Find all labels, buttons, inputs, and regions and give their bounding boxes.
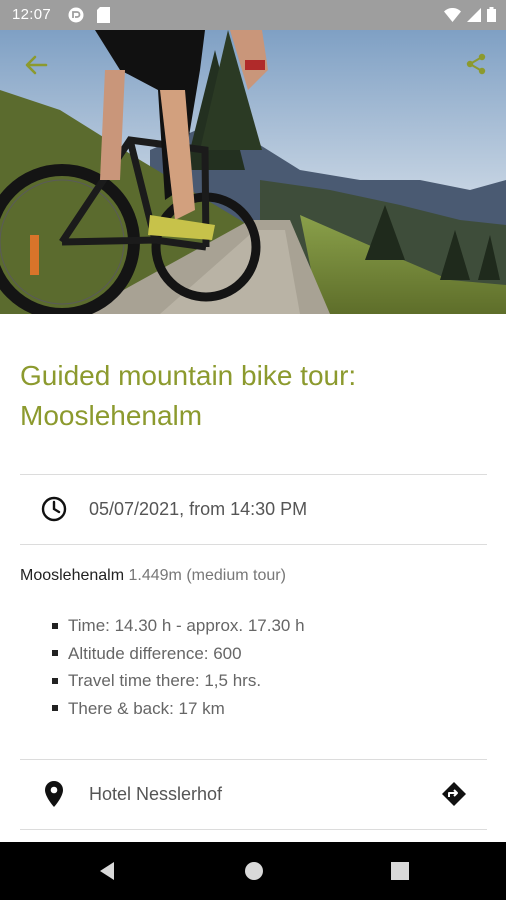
arrow-left-icon — [25, 55, 48, 75]
bullet-icon — [52, 677, 58, 684]
divider — [20, 544, 487, 545]
bullet-icon — [52, 622, 58, 629]
share-icon — [466, 53, 486, 75]
directions-button[interactable] — [439, 779, 469, 809]
date-row: 05/07/2021, from 14:30 PM — [20, 476, 487, 542]
status-bar: 12:07 — [0, 0, 506, 30]
sd-card-icon — [97, 7, 110, 28]
tour-name: Mooslehenalm — [20, 567, 125, 584]
hero-image — [0, 30, 506, 314]
location-name: Hotel Nesslerhof — [89, 783, 223, 804]
tour-details-list: Time: 14.30 h - approx. 17.30 h Altitude… — [52, 612, 305, 722]
back-button[interactable] — [18, 50, 54, 80]
share-button[interactable] — [460, 48, 492, 80]
tour-summary: Mooslehenalm 1.449m (medium tour) — [20, 567, 286, 585]
location-row[interactable]: Hotel Nesslerhof — [20, 761, 487, 827]
wifi-icon — [444, 7, 461, 27]
navigation-bar — [0, 842, 506, 900]
clock-icon — [40, 495, 68, 523]
location-pin-icon — [40, 780, 68, 808]
page-title: Guided mountain bike tour: Mooslehenalm — [20, 360, 357, 431]
event-datetime: 05/07/2021, from 14:30 PM — [89, 498, 308, 519]
back-triangle-icon[interactable] — [96, 860, 118, 882]
list-item: There & back: 17 km — [52, 695, 305, 723]
list-item: Altitude difference: 600 — [52, 640, 305, 668]
divider — [20, 829, 487, 830]
tour-detail: 1.449m (medium tour) — [124, 567, 286, 584]
status-time: 12:07 — [12, 6, 52, 23]
signal-icon — [467, 7, 481, 27]
divider — [20, 759, 487, 760]
divider — [20, 474, 487, 475]
app-notification-icon — [68, 7, 84, 28]
recents-square-icon[interactable] — [389, 860, 411, 882]
bullet-icon — [52, 705, 58, 712]
battery-icon — [487, 7, 496, 27]
list-item: Time: 14.30 h - approx. 17.30 h — [52, 612, 305, 640]
list-item: Travel time there: 1,5 hrs. — [52, 667, 305, 695]
status-indicators — [444, 7, 496, 27]
home-circle-icon[interactable] — [243, 860, 265, 882]
bullet-icon — [52, 650, 58, 657]
directions-icon — [442, 782, 466, 806]
